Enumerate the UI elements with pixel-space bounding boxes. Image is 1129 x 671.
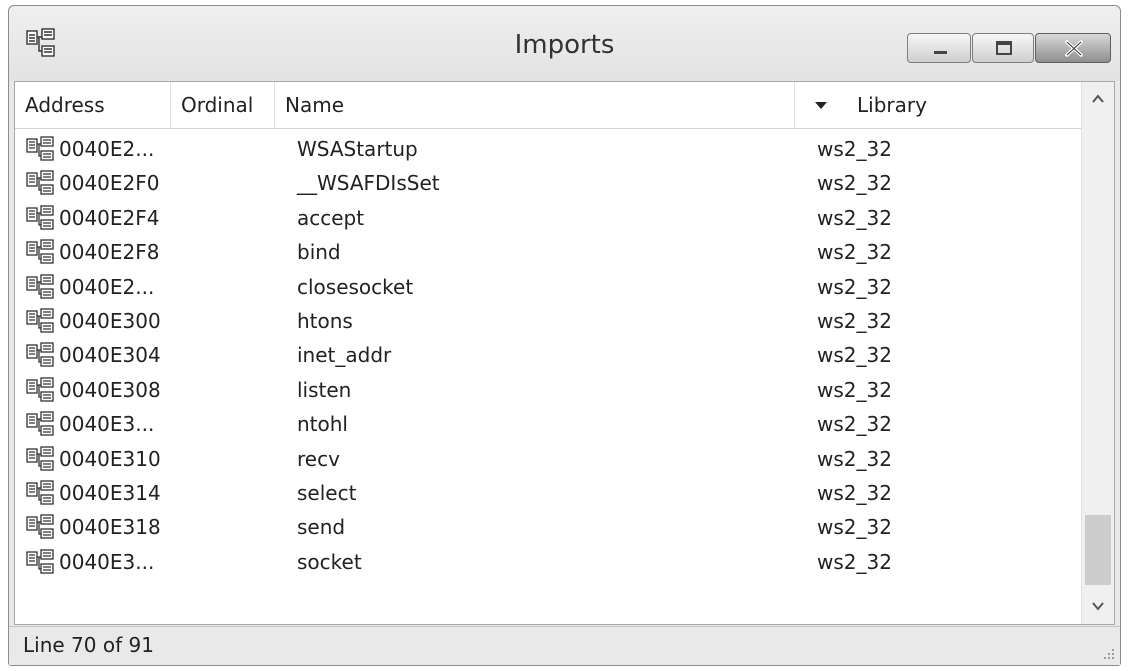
table-row[interactable]: 0040E2... closesocket ws2_32 [15,270,1083,304]
chevron-down-icon [1092,602,1104,611]
address-cell: 0040E2F4 [59,205,160,230]
import-entry-icon [26,514,54,539]
import-entry-icon [26,308,54,333]
minimize-button[interactable] [907,33,971,63]
name-cell: closesocket [297,274,414,299]
scroll-up-button[interactable] [1082,82,1114,118]
table-row[interactable]: 0040E3... ntohl ws2_32 [15,407,1083,441]
address-cell: 0040E2F8 [59,240,160,265]
import-entry-icon [26,377,54,402]
import-entry-icon [26,170,54,196]
library-cell: ws2_32 [817,240,892,265]
scrollbar-thumb[interactable] [1085,515,1111,585]
library-cell: ws2_32 [817,446,892,471]
address-cell: 0040E310 [59,446,161,471]
imports-list[interactable]: Address Ordinal Name Library 0040E2... W… [14,81,1115,625]
name-cell: socket [297,549,362,574]
close-icon [1065,40,1083,57]
name-cell: WSAStartup [297,137,418,161]
name-cell: listen [297,377,352,402]
minimize-icon [934,51,947,54]
maximize-icon [996,41,1012,55]
name-cell: select [297,480,357,505]
name-cell: send [297,515,346,540]
table-row[interactable]: 0040E318 send ws2_32 [15,510,1083,544]
table-row[interactable]: 0040E2F4 accept ws2_32 [15,201,1083,235]
import-entry-icon [26,411,54,436]
list-rows: 0040E2... WSAStartup ws2_32 0040E2F0 __W… [15,132,1083,579]
name-cell: ntohl [297,412,348,437]
address-cell: 0040E2... [59,274,155,299]
address-cell: 0040E304 [59,343,161,368]
name-cell: recv [297,446,340,471]
column-header-ordinal[interactable]: Ordinal [171,82,275,128]
library-cell: ws2_32 [817,274,892,299]
name-cell: htons [297,308,353,333]
column-header-library-label: Library [857,93,927,117]
library-cell: ws2_32 [817,343,892,368]
table-row[interactable]: 0040E304 inet_addr ws2_32 [15,338,1083,372]
table-row[interactable]: 0040E314 select ws2_32 [15,476,1083,510]
library-cell: ws2_32 [817,412,892,437]
table-row[interactable]: 0040E2... WSAStartup ws2_32 [15,132,1083,166]
scroll-down-button[interactable] [1082,588,1114,624]
address-cell: 0040E300 [59,308,161,333]
name-cell: inet_addr [297,343,392,368]
import-entry-icon [26,239,54,264]
address-cell: 0040E2... [59,137,155,161]
table-row[interactable]: 0040E3... socket ws2_32 [15,545,1083,579]
address-cell: 0040E3... [59,412,155,437]
import-entry-icon [26,273,54,299]
address-cell: 0040E2F0 [59,171,160,196]
column-header-name[interactable]: Name [275,82,795,128]
resize-grip-icon[interactable] [1102,647,1116,661]
table-row[interactable]: 0040E310 recv ws2_32 [15,442,1083,476]
library-cell: ws2_32 [817,480,892,505]
table-row[interactable]: 0040E2F8 bind ws2_32 [15,235,1083,269]
import-entry-icon [26,480,54,505]
address-cell: 0040E314 [59,480,161,505]
sort-descending-icon [815,102,827,109]
table-row[interactable]: 0040E2F0 __WSAFDIsSet ws2_32 [15,166,1083,200]
import-entry-icon [26,205,54,230]
library-cell: ws2_32 [817,308,892,333]
title-bar[interactable]: Imports [9,6,1120,81]
name-cell: __WSAFDIsSet [297,171,440,196]
import-entry-icon [26,342,54,367]
address-cell: 0040E318 [59,515,161,540]
maximize-button[interactable] [972,33,1034,63]
close-button[interactable] [1035,33,1111,63]
status-line-count: Line 70 of 91 [23,633,154,657]
library-cell: ws2_32 [817,377,892,402]
library-cell: ws2_32 [817,137,892,161]
table-row[interactable]: 0040E300 htons ws2_32 [15,304,1083,338]
import-entry-icon [26,445,54,471]
vertical-scrollbar[interactable] [1081,82,1114,624]
library-cell: ws2_32 [817,549,892,574]
name-cell: accept [297,205,365,230]
chevron-up-icon [1092,94,1104,103]
name-cell: bind [297,240,341,265]
library-cell: ws2_32 [817,205,892,230]
import-entry-icon [26,136,54,161]
imports-window: Imports Address Ordinal Name Library 004… [8,5,1121,666]
library-cell: ws2_32 [817,515,892,540]
list-header: Address Ordinal Name Library [15,82,1083,129]
column-header-address[interactable]: Address [15,82,171,128]
import-entry-icon [26,549,54,574]
address-cell: 0040E308 [59,377,161,402]
library-cell: ws2_32 [817,171,892,196]
table-row[interactable]: 0040E308 listen ws2_32 [15,373,1083,407]
column-header-library[interactable]: Library [795,82,1083,128]
status-bar: Line 70 of 91 [9,626,1120,665]
address-cell: 0040E3... [59,549,155,574]
